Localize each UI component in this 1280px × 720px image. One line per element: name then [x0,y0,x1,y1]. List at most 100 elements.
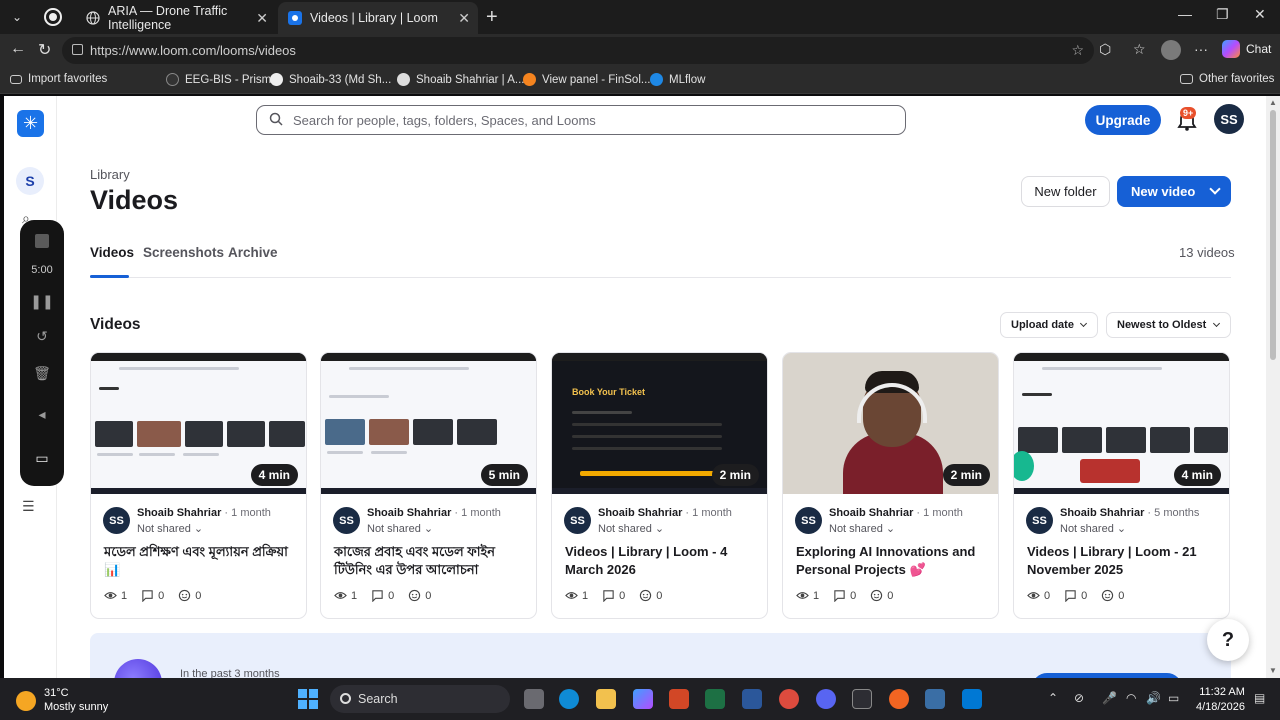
browser-tab-bar: ⌄ ARIA — Drone Traffic Intelligence ✕ Vi… [0,0,1280,34]
weather-widget[interactable]: 31°C Mostly sunny [16,687,108,715]
delete-icon[interactable]: 🗑 [20,365,64,382]
video-title[interactable]: কাজের প্রবাহ এবং মডেল ফাইন টিউনিং এর উপর… [334,543,530,580]
postman-icon[interactable] [889,689,909,709]
pgadmin-icon[interactable] [925,689,945,709]
bookmark-shoaib[interactable]: Shoaib Shahriar | A... [397,73,524,86]
microphone-icon[interactable]: 🎤 [1102,691,1117,705]
new-tab-icon[interactable]: + [486,6,498,29]
loom-logo-icon[interactable]: ✳ [17,110,44,137]
new-folder-button[interactable]: New folder [1021,176,1110,207]
task-view-icon[interactable] [524,689,544,709]
chrome-icon[interactable] [779,689,799,709]
close-tab-icon[interactable]: ✕ [458,10,470,27]
other-favorites[interactable]: Other favorites [1180,73,1274,85]
video-card[interactable]: 4 min SS Shoaib Shahriar · 1 month Not s… [90,352,307,619]
page-scrollbar[interactable]: ▲ ▼ [1266,96,1280,678]
comment-icon [834,590,845,602]
pause-icon[interactable]: ❚❚ [20,293,64,310]
reload-icon[interactable]: ↻ [38,40,51,60]
close-tab-icon[interactable]: ✕ [256,10,268,27]
workspace-avatar[interactable]: S [16,167,44,195]
bookmark-import-favorites[interactable]: Import favorites [10,73,107,85]
new-video-button[interactable]: New video [1117,176,1231,207]
help-button[interactable]: ? [1207,619,1249,661]
restart-icon[interactable]: ↺ [20,328,64,345]
emoji-icon [871,589,883,602]
sharing-dropdown[interactable]: Not shared ⌄ [367,522,433,535]
notifications-icon[interactable]: ▤ [1254,691,1265,705]
minimize-icon[interactable]: — [1178,6,1192,22]
tray-chevron-icon[interactable]: ⌃ [1048,691,1058,705]
volume-icon[interactable]: 🔊 [1146,691,1161,705]
video-card[interactable]: 5 min SS Shoaib Shahriar · 1 month Not s… [320,352,537,619]
network-off-icon[interactable]: ⊘ [1074,691,1084,705]
start-icon[interactable] [298,689,318,709]
eye-icon [1027,592,1040,599]
discord-icon[interactable] [816,689,836,709]
sort-order-select[interactable]: Newest to Oldest [1106,312,1231,338]
owner-line: Shoaib Shahriar · 1 month [367,507,501,519]
more-options-icon[interactable]: ··· [1194,41,1208,57]
video-title[interactable]: Videos | Library | Loom - 4 March 2026 [565,543,761,580]
favorite-star-icon[interactable]: ☆ [1071,42,1084,59]
bookmark-github[interactable]: Shoaib-33 (Md Sh... [270,73,391,86]
tab-videos[interactable]: Videos [90,245,134,260]
bookmark-mlflow[interactable]: MLflow [650,73,705,86]
file-explorer-icon[interactable] [596,689,616,709]
breadcrumb[interactable]: Library [90,167,130,182]
scrollbar-thumb[interactable] [1270,110,1276,360]
camera-icon[interactable]: ▭ [20,450,64,467]
tab-loom[interactable]: Videos | Library | Loom ✕ [278,2,478,34]
vscode-icon[interactable] [962,689,982,709]
close-window-icon[interactable]: ✕ [1254,6,1266,23]
taskbar-clock[interactable]: 11:32 AM 4/18/2026 [1196,685,1245,715]
tab-actions-chevron-icon[interactable]: ⌄ [4,4,30,30]
windows-taskbar: 31°C Mostly sunny Search ⌃ ⊘ 🎤 ◠ 🔊 ▭ 11:3… [0,678,1280,720]
taskbar-search[interactable]: Search [330,685,510,713]
tab-archive[interactable]: Archive [228,245,278,260]
video-title[interactable]: Videos | Library | Loom - 21 November 20… [1027,543,1223,580]
tab-screenshots[interactable]: Screenshots [143,245,224,260]
back-icon[interactable]: ← [10,40,26,58]
copilot-chat-button[interactable]: Chat [1222,40,1271,58]
sharing-dropdown[interactable]: Not shared ⌄ [137,522,203,535]
tab-aria[interactable]: ARIA — Drone Traffic Intelligence ✕ [76,2,276,34]
upgrade-button[interactable]: Upgrade [1085,105,1161,135]
browser-profile-avatar[interactable] [1161,40,1181,60]
video-card[interactable]: 2 min SS Shoaib Shahriar · 1 month Not s… [782,352,999,619]
video-card[interactable]: Book Your Ticket 2 min SS Shoaib Shahria… [551,352,768,619]
scroll-up-icon[interactable]: ▲ [1269,98,1277,107]
word-icon[interactable] [742,689,762,709]
stop-recording-icon[interactable] [35,234,49,248]
address-bar-row: ← ↻ https://www.loom.com/looms/videos ☆ [0,34,1280,66]
edge-icon[interactable] [559,689,579,709]
recorder-timer: 5:00 [31,264,53,276]
wifi-icon[interactable]: ◠ [1126,691,1136,705]
battery-icon[interactable]: ▭ [1168,691,1179,705]
favorites-icon[interactable]: ☆ [1133,41,1146,58]
sharing-dropdown[interactable]: Not shared ⌄ [598,522,664,535]
video-card[interactable]: 4 min SS Shoaib Shahriar · 5 months Not … [1013,352,1230,619]
scroll-down-icon[interactable]: ▼ [1269,666,1277,675]
bookmarks-bar: Import favorites EEG-BIS - Prism Shoaib-… [0,66,1280,94]
terminal-icon[interactable] [852,689,872,709]
extensions-icon[interactable]: ⬡ [1099,41,1111,58]
sort-field-select[interactable]: Upload date [1000,312,1098,338]
maximize-icon[interactable]: ❐ [1216,6,1229,23]
url-input[interactable]: https://www.loom.com/looms/videos ☆ [62,37,1094,64]
bookmark-view-panel[interactable]: View panel - FinSol... [523,73,650,86]
collapse-icon[interactable]: ◂ [20,406,64,423]
user-avatar[interactable]: SS [1214,104,1244,134]
sharing-dropdown[interactable]: Not shared ⌄ [1060,522,1126,535]
excel-icon[interactable] [705,689,725,709]
video-title[interactable]: Exploring AI Innovations and Personal Pr… [796,543,992,580]
powerpoint-icon[interactable] [669,689,689,709]
video-title[interactable]: মডেল প্রশিক্ষণ এবং মূল্যায়ন প্রক্রিয়া … [104,543,300,580]
search-input[interactable]: Search for people, tags, folders, Spaces… [256,105,906,135]
sharing-dropdown[interactable]: Not shared ⌄ [829,522,895,535]
recording-indicator-icon[interactable] [44,8,62,26]
copilot-app-icon[interactable] [633,689,653,709]
bookmark-eeg-bis[interactable]: EEG-BIS - Prism [166,73,271,86]
library-nav-icon[interactable]: ☰ [22,498,35,515]
sunny-icon [16,690,36,711]
